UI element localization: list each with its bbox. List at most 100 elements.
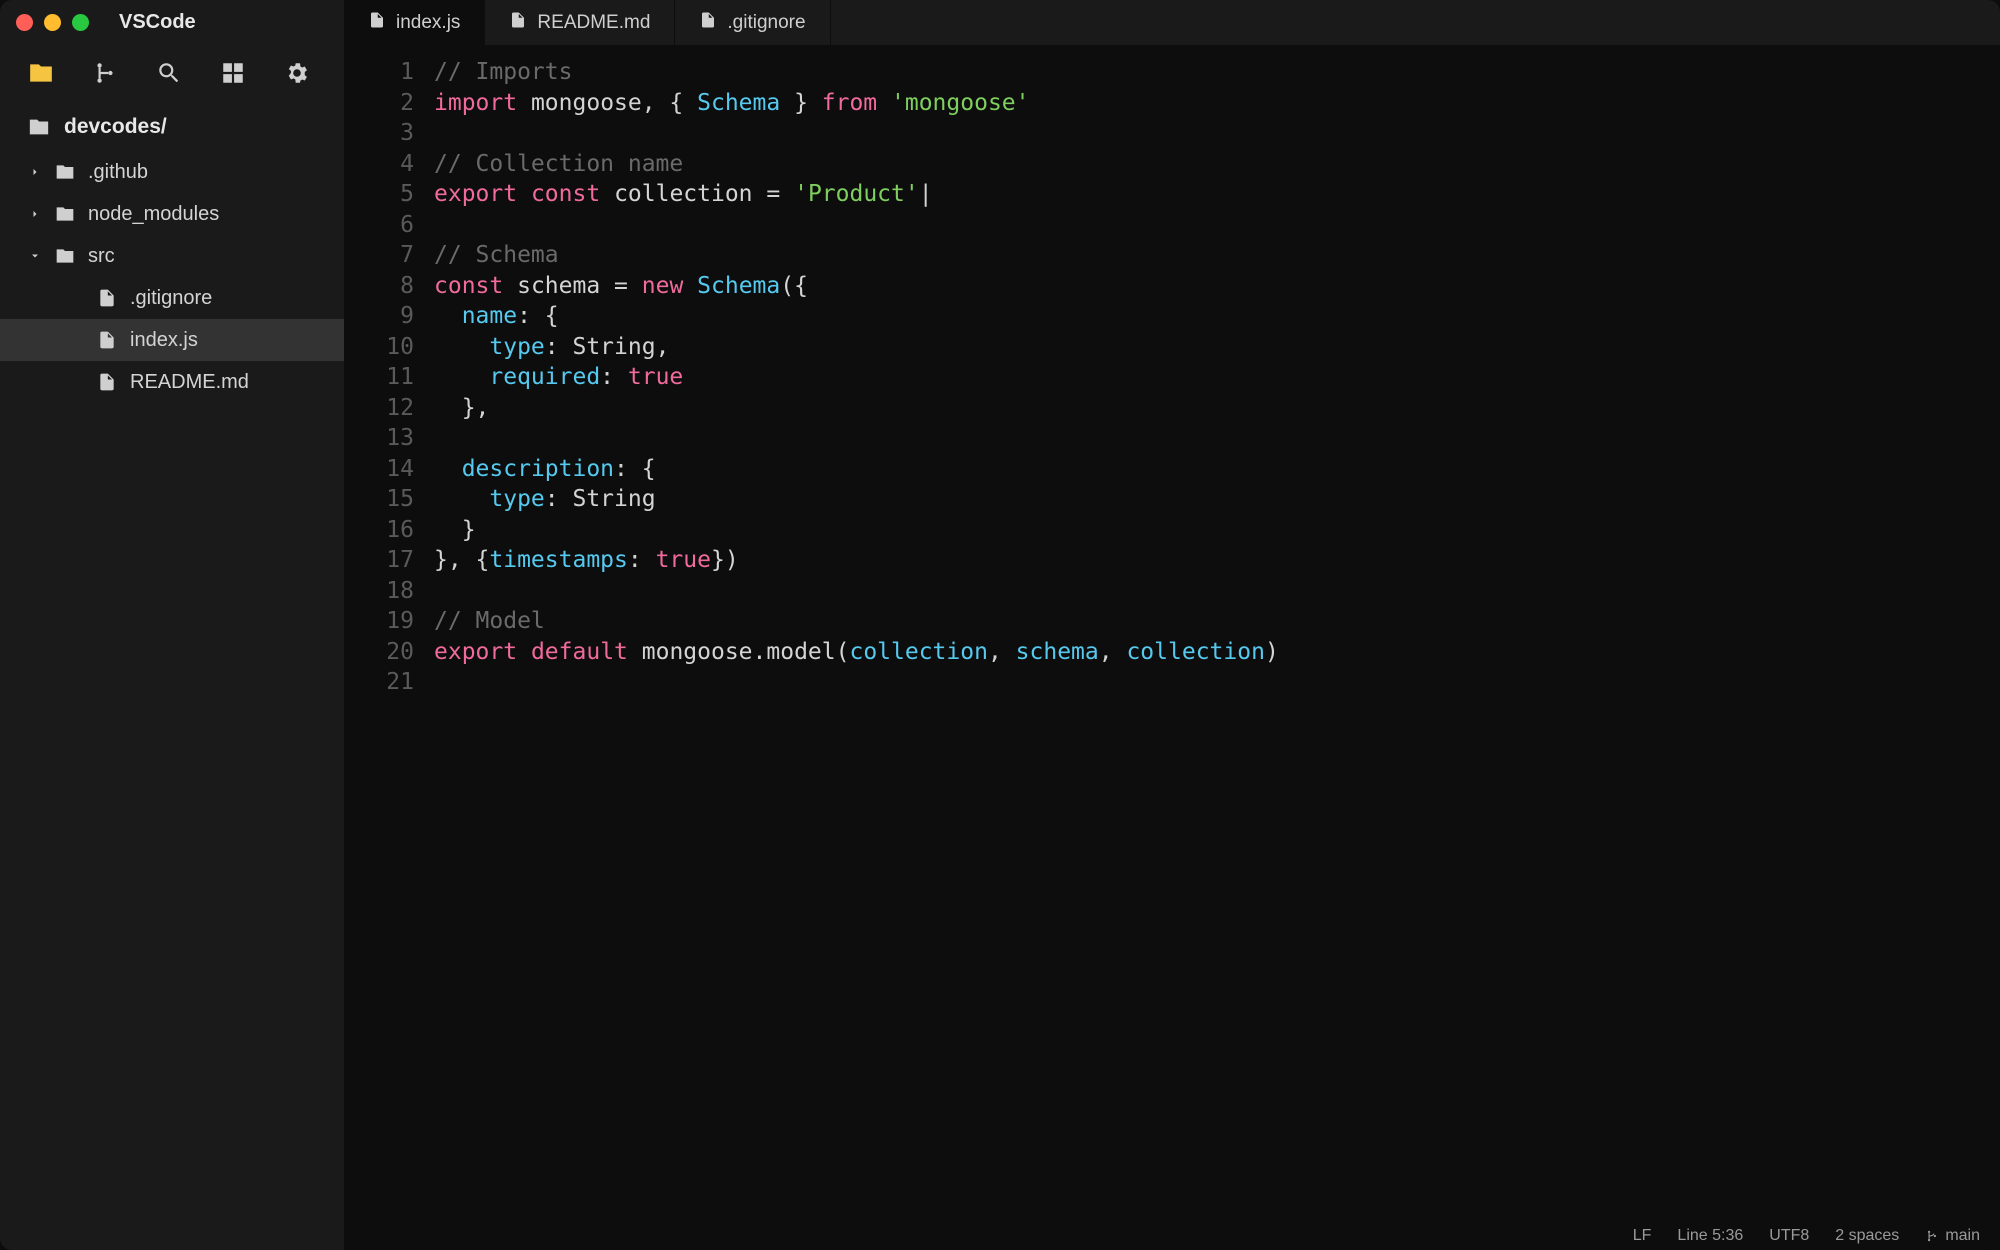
folder-icon: [28, 116, 50, 138]
code-line[interactable]: [434, 576, 2000, 607]
status-indent[interactable]: 2 spaces: [1835, 1227, 1899, 1245]
status-bar: LF Line 5:36 UTF8 2 spaces main: [344, 1222, 2000, 1250]
code-line[interactable]: [434, 423, 2000, 454]
line-number: 17: [344, 545, 414, 576]
minimize-window-button[interactable]: [44, 14, 61, 31]
tab-index.js[interactable]: index.js: [344, 0, 485, 45]
file-tree: .github node_modulessrc .gitignore index.js…: [0, 149, 344, 1250]
settings-icon[interactable]: [284, 60, 310, 91]
line-number: 10: [344, 332, 414, 363]
line-number: 19: [344, 606, 414, 637]
code-editor[interactable]: 123456789101112131415161718192021 // Imp…: [344, 45, 2000, 1222]
code-line[interactable]: name: {: [434, 301, 2000, 332]
code-line[interactable]: import mongoose, { Schema } from 'mongoo…: [434, 88, 2000, 119]
line-number: 12: [344, 393, 414, 424]
code-line[interactable]: // Collection name: [434, 149, 2000, 180]
code-line[interactable]: [434, 667, 2000, 698]
tab-label: .gitignore: [727, 12, 805, 34]
code-line[interactable]: description: {: [434, 454, 2000, 485]
file-icon: [96, 288, 118, 308]
project-root[interactable]: devcodes/: [0, 105, 344, 149]
folder-icon: [54, 162, 76, 182]
tab-.gitignore[interactable]: .gitignore: [675, 0, 830, 45]
tree-item-label: README.md: [130, 371, 249, 394]
tree-file-index.js[interactable]: index.js: [0, 319, 344, 361]
editor-area: index.jsREADME.md.gitignore 123456789101…: [344, 0, 2000, 1250]
line-number: 16: [344, 515, 414, 546]
close-window-button[interactable]: [16, 14, 33, 31]
tree-item-label: .gitignore: [130, 287, 212, 310]
code-line[interactable]: // Schema: [434, 240, 2000, 271]
line-number: 15: [344, 484, 414, 515]
status-cursor-position[interactable]: Line 5:36: [1677, 1227, 1743, 1245]
status-git-branch[interactable]: main: [1925, 1227, 1980, 1245]
code-line[interactable]: export const collection = 'Product'|: [434, 179, 2000, 210]
body-area: VSCode d: [0, 0, 2000, 1250]
branch-name: main: [1945, 1227, 1980, 1245]
project-name: devcodes/: [64, 115, 167, 139]
folder-icon: [54, 204, 76, 224]
file-icon: [96, 330, 118, 350]
maximize-window-button[interactable]: [72, 14, 89, 31]
extensions-icon[interactable]: [220, 60, 246, 91]
chevron-right-icon: [28, 208, 42, 220]
code-line[interactable]: const schema = new Schema({: [434, 271, 2000, 302]
tab-label: index.js: [396, 12, 460, 34]
code-line[interactable]: // Imports: [434, 57, 2000, 88]
code-line[interactable]: type: String: [434, 484, 2000, 515]
tree-item-label: node_modules: [88, 203, 219, 226]
line-number: 9: [344, 301, 414, 332]
code-line[interactable]: },: [434, 393, 2000, 424]
line-number-gutter: 123456789101112131415161718192021: [344, 57, 434, 1222]
line-number: 1: [344, 57, 414, 88]
line-number: 2: [344, 88, 414, 119]
tree-item-label: index.js: [130, 329, 198, 352]
code-line[interactable]: export default mongoose.model(collection…: [434, 637, 2000, 668]
code-line[interactable]: // Model: [434, 606, 2000, 637]
file-icon: [368, 11, 386, 35]
line-number: 3: [344, 118, 414, 149]
line-number: 6: [344, 210, 414, 241]
code-line[interactable]: }, {timestamps: true}): [434, 545, 2000, 576]
status-eol[interactable]: LF: [1633, 1227, 1652, 1245]
file-icon: [699, 11, 717, 35]
tree-item-label: src: [88, 245, 115, 268]
line-number: 8: [344, 271, 414, 302]
source-control-icon[interactable]: [92, 60, 118, 91]
code-line[interactable]: [434, 210, 2000, 241]
window-controls: [16, 14, 89, 31]
editor-window: VSCode d: [0, 0, 2000, 1250]
tab-bar: index.js README.md .gitignore: [344, 0, 2000, 45]
line-number: 18: [344, 576, 414, 607]
code-line[interactable]: type: String,: [434, 332, 2000, 363]
activity-bar: [0, 45, 344, 105]
tree-folder-src[interactable]: src: [0, 235, 344, 277]
line-number: 13: [344, 423, 414, 454]
folder-icon: [54, 246, 76, 266]
tab-README.md[interactable]: README.md: [485, 0, 675, 45]
tree-item-label: .github: [88, 161, 148, 184]
status-encoding[interactable]: UTF8: [1769, 1227, 1809, 1245]
file-icon: [509, 11, 527, 35]
tree-folder-.github[interactable]: .github: [0, 151, 344, 193]
tree-file-README.md[interactable]: README.md: [0, 361, 344, 403]
titlebar: VSCode: [0, 0, 344, 45]
search-icon[interactable]: [156, 60, 182, 91]
line-number: 5: [344, 179, 414, 210]
explorer-icon[interactable]: [28, 60, 54, 91]
code-line[interactable]: }: [434, 515, 2000, 546]
code-content[interactable]: // Importsimport mongoose, { Schema } fr…: [434, 57, 2000, 1222]
line-number: 11: [344, 362, 414, 393]
file-icon: [96, 372, 118, 392]
tree-file-.gitignore[interactable]: .gitignore: [0, 277, 344, 319]
tree-folder-node_modules[interactable]: node_modules: [0, 193, 344, 235]
code-line[interactable]: required: true: [434, 362, 2000, 393]
code-line[interactable]: [434, 118, 2000, 149]
line-number: 14: [344, 454, 414, 485]
chevron-down-icon: [28, 250, 42, 262]
app-title: VSCode: [119, 11, 196, 34]
tab-label: README.md: [537, 12, 650, 34]
line-number: 7: [344, 240, 414, 271]
line-number: 20: [344, 637, 414, 668]
branch-icon: [1925, 1229, 1939, 1243]
